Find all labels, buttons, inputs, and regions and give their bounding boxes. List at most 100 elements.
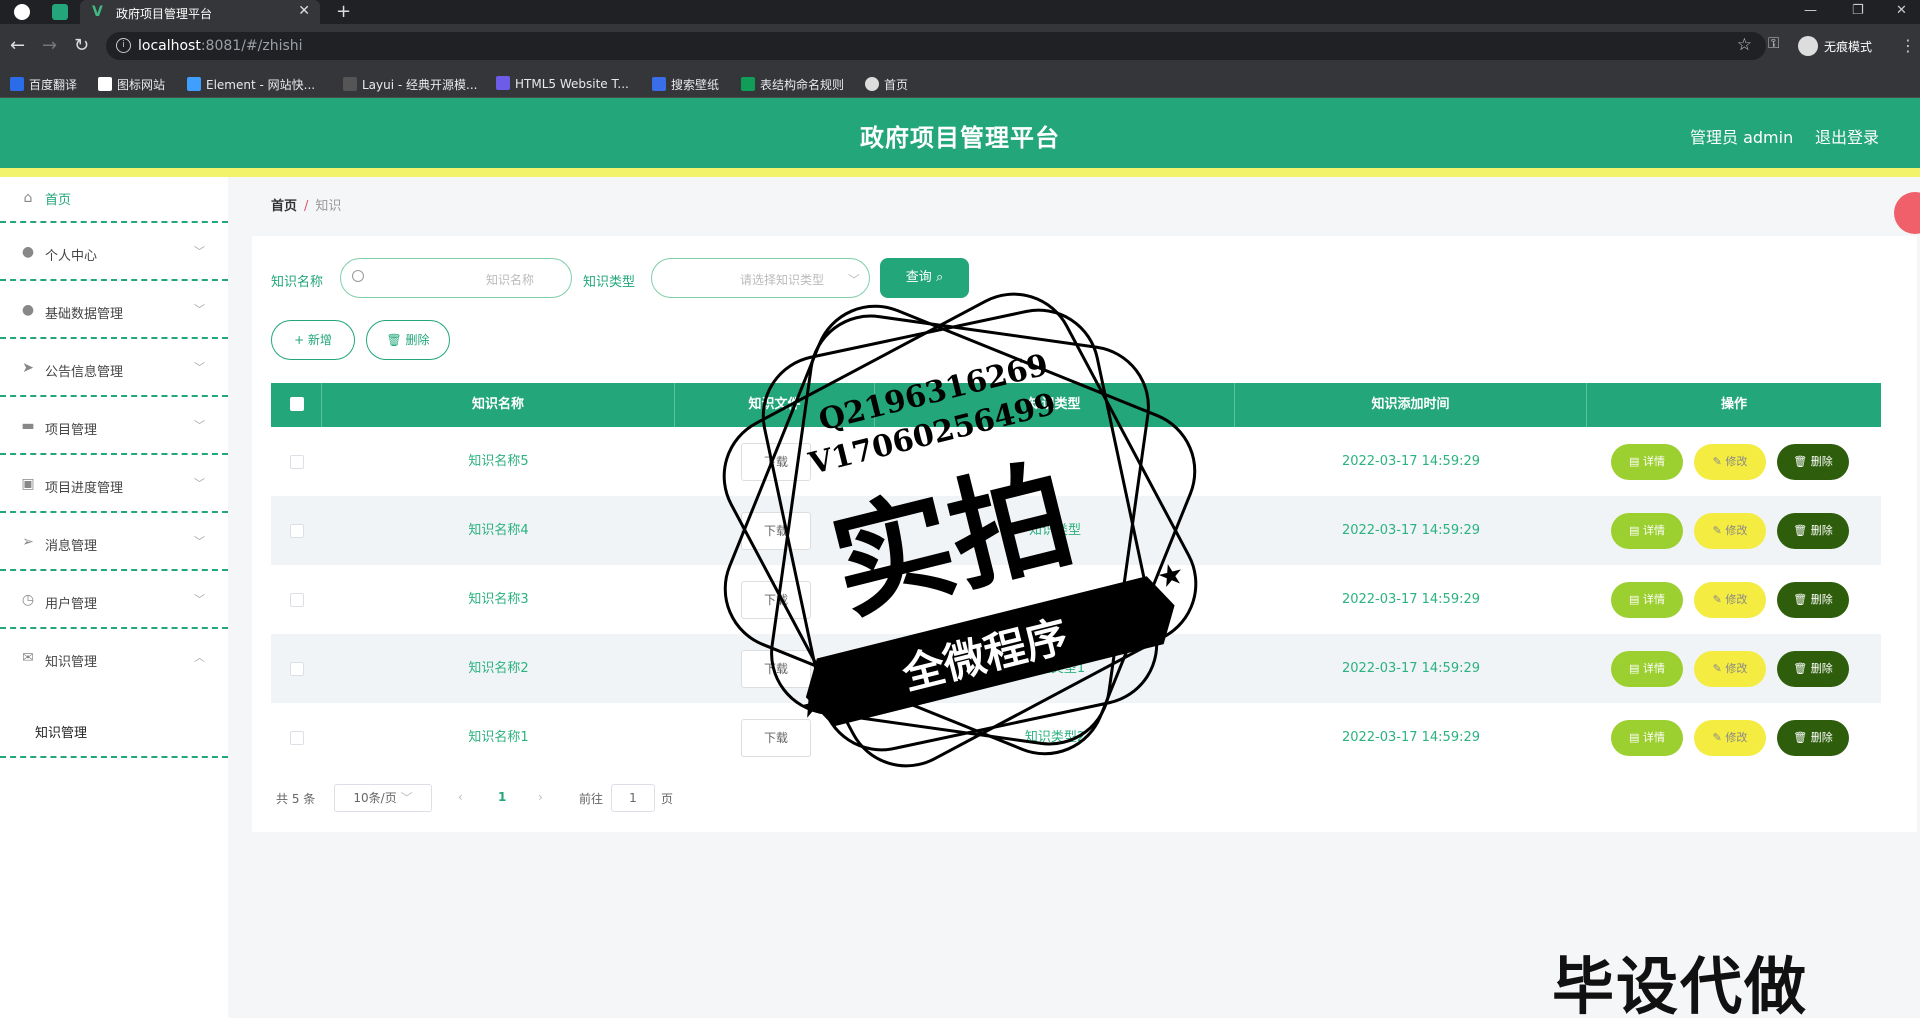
detail-button[interactable]: ▤ 详情 — [1611, 651, 1683, 687]
delete-button[interactable]: 🗑 删除 — [1777, 513, 1849, 549]
next-page-icon[interactable]: › — [538, 790, 543, 804]
key-icon[interactable]: ⚿ — [1768, 34, 1779, 52]
window-close-icon[interactable]: ✕ — [1896, 3, 1907, 18]
cell-time: 2022-03-17 14:59:29 — [1341, 592, 1481, 607]
new-tab-icon[interactable]: + — [336, 1, 351, 22]
sidebar-item-home[interactable]: ⌂ 首页 — [0, 177, 228, 223]
tab-close-icon[interactable]: ✕ — [298, 3, 310, 19]
select-all-checkbox[interactable] — [290, 397, 304, 411]
app-header: 政府项目管理平台 管理员 admin 退出登录 — [0, 98, 1920, 168]
browser-menu-icon[interactable]: ⋮ — [1900, 36, 1916, 55]
chevron-down-icon: ﹀ — [848, 273, 861, 287]
address-bar[interactable]: i localhost:8081/#/zhishi ☆ — [106, 32, 1766, 60]
current-user: 管理员 admin — [1690, 128, 1794, 147]
download-button[interactable]: 下载 — [741, 443, 811, 481]
bookmark-item[interactable]: Layui - 经典开源模... — [343, 76, 477, 93]
row-checkbox[interactable] — [290, 662, 304, 676]
edit-button[interactable]: ✎ 修改 — [1694, 444, 1766, 480]
url-text: localhost:8081/#/zhishi — [138, 38, 303, 54]
incognito-label: 无痕模式 — [1824, 40, 1873, 54]
detail-button[interactable]: ▤ 详情 — [1611, 582, 1683, 618]
query-button[interactable]: 查询 ⌕ — [880, 258, 969, 298]
edit-button[interactable]: ✎ 修改 — [1694, 582, 1766, 618]
column-time: 知识添加时间 — [1235, 383, 1587, 427]
download-button[interactable]: 下载 — [741, 581, 811, 619]
sidebar-subitem-knowledge[interactable]: 知识管理 — [0, 698, 228, 758]
edit-button[interactable]: ✎ 修改 — [1694, 513, 1766, 549]
detail-button[interactable]: ▤ 详情 — [1611, 720, 1683, 756]
delete-button[interactable]: 🗑 删除 — [1777, 651, 1849, 687]
sidebar-item-label: 消息管理 — [45, 539, 98, 554]
wallpaper-icon — [652, 77, 666, 91]
name-search-input[interactable]: 知识名称 — [340, 258, 572, 298]
row-checkbox[interactable] — [290, 731, 304, 745]
row-checkbox[interactable] — [290, 593, 304, 607]
delete-button[interactable]: 🗑 删除 — [1777, 720, 1849, 756]
edit-button[interactable]: ✎ 修改 — [1694, 720, 1766, 756]
row-checkbox[interactable] — [290, 524, 304, 538]
row-checkbox[interactable] — [290, 455, 304, 469]
delete-label: 删除 — [1810, 731, 1833, 744]
send-icon: ➤ — [22, 360, 34, 376]
breadcrumb-home[interactable]: 首页 — [271, 199, 297, 214]
sidebar-item-users[interactable]: ◷ 用户管理 ﹀ — [0, 571, 228, 629]
sidebar-item-project[interactable]: ▬ 项目管理 ﹀ — [0, 397, 228, 455]
browser-app-icon[interactable] — [14, 4, 30, 20]
bookmark-item[interactable]: 首页 — [865, 76, 908, 93]
bookmark-item[interactable]: 图标网站 — [98, 76, 165, 93]
batch-delete-button[interactable]: 🗑 删除 — [366, 320, 450, 360]
bookmark-star-icon[interactable]: ☆ — [1737, 35, 1752, 55]
prev-page-icon[interactable]: ‹ — [458, 790, 463, 804]
forward-icon[interactable]: → — [42, 35, 57, 56]
chevron-up-icon: ︿ — [194, 651, 205, 664]
browser-tab[interactable]: V 政府项目管理平台 ✕ — [80, 0, 320, 24]
type-select[interactable]: 请选择知识类型 ﹀ — [651, 258, 870, 298]
bookmark-item[interactable]: HTML5 Website T... — [496, 76, 629, 91]
detail-button[interactable]: ▤ 详情 — [1611, 513, 1683, 549]
add-button[interactable]: + 新增 — [271, 320, 355, 360]
table-row: 知识名称2 下载 知识类型1 2022-03-17 14:59:29 ▤ 详情 ✎ 修改 🗑… — [271, 634, 1881, 703]
info-icon[interactable]: i — [116, 38, 131, 53]
mail-icon: ✉ — [22, 650, 34, 666]
page-size-select[interactable]: 10条/页 ﹀ — [334, 784, 432, 812]
minimize-icon[interactable]: — — [1804, 3, 1817, 18]
logout-link[interactable]: 退出登录 — [1815, 124, 1879, 148]
bookmark-item[interactable]: Element - 网站快... — [187, 76, 315, 93]
chat-icon: ▬ — [21, 418, 35, 434]
bookmark-item[interactable]: 搜索壁纸 — [652, 76, 719, 93]
send-icon: ➢ — [22, 534, 34, 550]
clock-icon: ◷ — [21, 592, 35, 608]
bookmark-item[interactable]: 表结构命名规则 — [741, 76, 844, 93]
goto-page-input[interactable]: 1 — [611, 784, 655, 812]
edit-button[interactable]: ✎ 修改 — [1694, 651, 1766, 687]
download-button[interactable]: 下载 — [741, 650, 811, 688]
sidebar-item-progress[interactable]: ▣ 项目进度管理 ﹀ — [0, 455, 228, 513]
edit-label: 修改 — [1725, 593, 1748, 606]
cell-type: 知识类型2 — [1024, 730, 1086, 745]
chevron-down-icon: ﹀ — [194, 593, 205, 606]
chevron-down-icon: ﹀ — [194, 303, 205, 316]
sidebar-item-base-data[interactable]: ● 基础数据管理 ﹀ — [0, 281, 228, 339]
bookmark-item[interactable]: 百度翻译 — [10, 76, 77, 93]
download-button[interactable]: 下载 — [741, 512, 811, 550]
back-icon[interactable]: ← — [10, 35, 25, 56]
sidebar-item-knowledge[interactable]: ✉ 知识管理 ︿ — [0, 629, 228, 687]
user-icon: ● — [21, 302, 35, 318]
doc-icon: ▤ — [1629, 731, 1640, 744]
sidebar-item-personal-center[interactable]: ● 个人中心 ﹀ — [0, 223, 228, 281]
download-button[interactable]: 下载 — [741, 719, 811, 757]
restore-icon[interactable]: ❐ — [1852, 3, 1864, 18]
detail-button[interactable]: ▤ 详情 — [1611, 444, 1683, 480]
table-row: 知识名称5 下载 2022-03-17 14:59:29 ▤ 详情 ✎ 修改 🗑 删除 — [271, 427, 1881, 496]
delete-button[interactable]: 🗑 删除 — [1777, 582, 1849, 618]
delete-button[interactable]: 🗑 删除 — [1777, 444, 1849, 480]
reload-icon[interactable]: ↻ — [74, 35, 89, 56]
sidebar-item-message[interactable]: ➢ 消息管理 ﹀ — [0, 513, 228, 571]
doc-icon: ▤ — [1629, 455, 1640, 468]
column-type: 知识类型 — [875, 383, 1235, 427]
pinned-tab-icon[interactable] — [52, 4, 68, 20]
bottom-watermark: 毕设代做 — [1552, 950, 1809, 1018]
sidebar-item-notice[interactable]: ➤ 公告信息管理 ﹀ — [0, 339, 228, 397]
page-number-current[interactable]: 1 — [498, 790, 506, 804]
table-row: 知识名称1 下载 知识类型2 2022-03-17 14:59:29 ▤ 详情 ✎ 修改 🗑… — [271, 703, 1881, 772]
